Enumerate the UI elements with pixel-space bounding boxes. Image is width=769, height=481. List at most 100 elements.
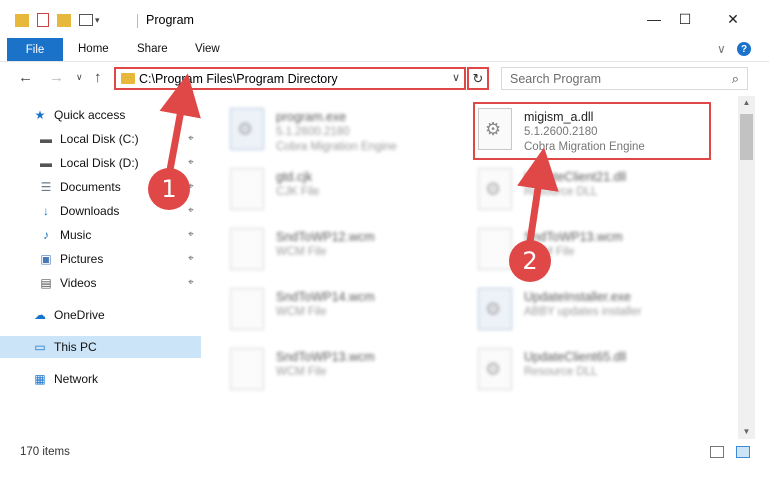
- navigation-bar: ← → ∨ ↑ C:\Program Files\Program Directo…: [0, 62, 769, 96]
- computer-icon: ▭: [34, 340, 46, 354]
- sidebar-item-label: Quick access: [54, 108, 126, 122]
- file-type: ABBY updates installer: [524, 306, 642, 318]
- maximize-button[interactable]: ☐: [662, 0, 708, 38]
- file-item[interactable]: UpdateClient65.dll Resource DLL: [456, 344, 696, 400]
- quick-access-toolbar: ▾: [15, 10, 100, 30]
- sidebar-item-videos[interactable]: ▤ Videos: [38, 272, 180, 294]
- up-arrow-icon[interactable]: ↑: [94, 69, 102, 86]
- music-icon: ♪: [43, 228, 49, 242]
- file-name: SndToWP13.wcm: [276, 350, 375, 364]
- file-item[interactable]: SndToWP13.wcmWCM File: [456, 224, 696, 280]
- network-icon: ▦: [34, 372, 46, 386]
- step-1-badge: 1: [148, 168, 190, 210]
- properties-icon[interactable]: [37, 13, 49, 27]
- file-name: gtd.cjk: [276, 170, 313, 184]
- tab-home[interactable]: Home: [78, 43, 109, 55]
- file-icon: [230, 228, 264, 270]
- sidebar-item-label: Pictures: [60, 252, 104, 266]
- new-folder-icon[interactable]: [57, 13, 71, 27]
- sidebar-item-music[interactable]: ♪ Music: [38, 224, 180, 246]
- sidebar-item-label: OneDrive: [54, 308, 105, 322]
- ribbon-tabs: File Home Share View ∨ ?: [0, 38, 769, 62]
- sidebar-item-label: Music: [60, 228, 92, 242]
- title-bar: ▾ Program — ☐ ✕: [0, 0, 769, 38]
- file-icon: [230, 348, 264, 390]
- scroll-thumb[interactable]: [740, 114, 753, 160]
- downloads-icon: ↓: [43, 204, 49, 218]
- navigation-pane: ★ Quick access ▬ Local Disk (C:) ⌖ ▬ Local Dis…: [0, 98, 201, 438]
- close-button[interactable]: ✕: [710, 0, 756, 38]
- file-type: WCM File: [276, 366, 327, 378]
- file-type: Resource DLL: [524, 366, 598, 378]
- dll-file-icon: [478, 288, 512, 330]
- tab-view[interactable]: View: [195, 43, 220, 55]
- sidebar-item-onedrive[interactable]: ☁ OneDrive: [32, 304, 180, 326]
- view-icon[interactable]: [79, 14, 93, 26]
- file-item[interactable]: SndToWP14.wcm WCM File: [208, 284, 448, 340]
- drive-icon: ▬: [40, 132, 52, 146]
- sidebar-item-pictures[interactable]: ▣ Pictures: [38, 248, 180, 270]
- chevron-down-icon[interactable]: ∨: [452, 71, 460, 84]
- videos-icon: ▤: [40, 276, 52, 290]
- forward-arrow-icon[interactable]: →: [49, 69, 64, 86]
- sidebar-item-label: Videos: [60, 276, 97, 290]
- file-item[interactable]: SndToWP13.wcm WCM File: [208, 344, 448, 400]
- customize-qa-icon[interactable]: ▾: [95, 15, 100, 26]
- large-icons-view-icon[interactable]: [736, 446, 750, 458]
- details-view-icon[interactable]: [710, 446, 724, 458]
- address-path[interactable]: C:\Program Files\Program Directory: [139, 72, 338, 86]
- scroll-down-icon[interactable]: ▼: [738, 425, 755, 439]
- recent-locations-icon[interactable]: ∨: [76, 72, 83, 83]
- pin-icon[interactable]: ⌖: [188, 157, 194, 168]
- pin-icon[interactable]: ⌖: [188, 253, 194, 264]
- cloud-icon: ☁: [34, 308, 46, 322]
- pin-icon[interactable]: ⌖: [188, 277, 194, 288]
- file-name: SndToWP12.wcm: [276, 230, 375, 244]
- folder-icon: [121, 73, 135, 84]
- file-type: Resource DLL: [524, 186, 598, 198]
- dll-file-icon: [478, 348, 512, 390]
- file-type: 5.1.2600.2180: [276, 126, 350, 138]
- file-description: Cobra Migration Engine: [276, 141, 397, 153]
- back-arrow-icon[interactable]: ←: [18, 69, 33, 86]
- address-bar[interactable]: C:\Program Files\Program Directory ∨: [114, 67, 466, 90]
- file-name: UpdateInstaller.exe: [524, 290, 632, 304]
- sidebar-item-label: Local Disk (C:): [60, 132, 139, 146]
- scroll-up-icon[interactable]: ▲: [738, 96, 755, 110]
- tab-share[interactable]: Share: [137, 43, 168, 55]
- sidebar-item-label: Documents: [60, 180, 121, 194]
- search-icon[interactable]: ⌕: [732, 71, 739, 87]
- sidebar-item-local-disk-c[interactable]: ▬ Local Disk (C:): [38, 128, 180, 150]
- file-name: UpdateClient65.dll: [524, 350, 627, 364]
- sidebar-item-label: Downloads: [60, 204, 120, 218]
- file-name: SndToWP14.wcm: [276, 290, 375, 304]
- file-name: UpdateClient21.dll: [524, 170, 627, 184]
- dll-file-icon: [478, 168, 512, 210]
- window-title: Program: [146, 13, 194, 27]
- sidebar-item-quick-access[interactable]: ★ Quick access: [32, 104, 180, 126]
- file-name: program.exe: [276, 110, 347, 124]
- sidebar-item-network[interactable]: ▦ Network: [32, 368, 180, 390]
- file-icon: [478, 228, 512, 270]
- file-item[interactable]: UpdateInstaller.exe ABBY updates installe…: [456, 284, 696, 340]
- pin-icon[interactable]: ⌖: [188, 205, 194, 216]
- pin-icon[interactable]: ⌖: [188, 229, 194, 240]
- pin-icon[interactable]: ⌖: [188, 133, 194, 144]
- expand-ribbon-icon[interactable]: ∨: [717, 42, 726, 56]
- search-placeholder: Search Program: [510, 72, 602, 86]
- file-item[interactable]: gtd.cjk CJK File: [208, 164, 448, 220]
- search-input[interactable]: Search Program ⌕: [501, 67, 748, 90]
- refresh-icon[interactable]: ↻: [467, 67, 489, 90]
- vertical-scrollbar[interactable]: ▲ ▼: [738, 96, 755, 439]
- file-type: CJK File: [276, 186, 320, 198]
- status-bar: 170 items: [0, 440, 769, 464]
- sidebar-item-this-pc[interactable]: ▭ This PC: [0, 336, 201, 358]
- folder-icon[interactable]: [15, 13, 29, 27]
- help-icon[interactable]: ?: [737, 42, 751, 56]
- sidebar-item-label: Network: [54, 372, 99, 386]
- file-item[interactable]: SndToWP12.wcm WCM File: [208, 224, 448, 280]
- file-item[interactable]: program.exe 5.1.2600.2180 Cobra Migration …: [208, 104, 448, 160]
- file-item[interactable]: UpdateClient21.dll Resource DLL: [456, 164, 696, 220]
- step-2-badge: 2: [509, 240, 551, 282]
- tab-file[interactable]: File: [7, 38, 63, 61]
